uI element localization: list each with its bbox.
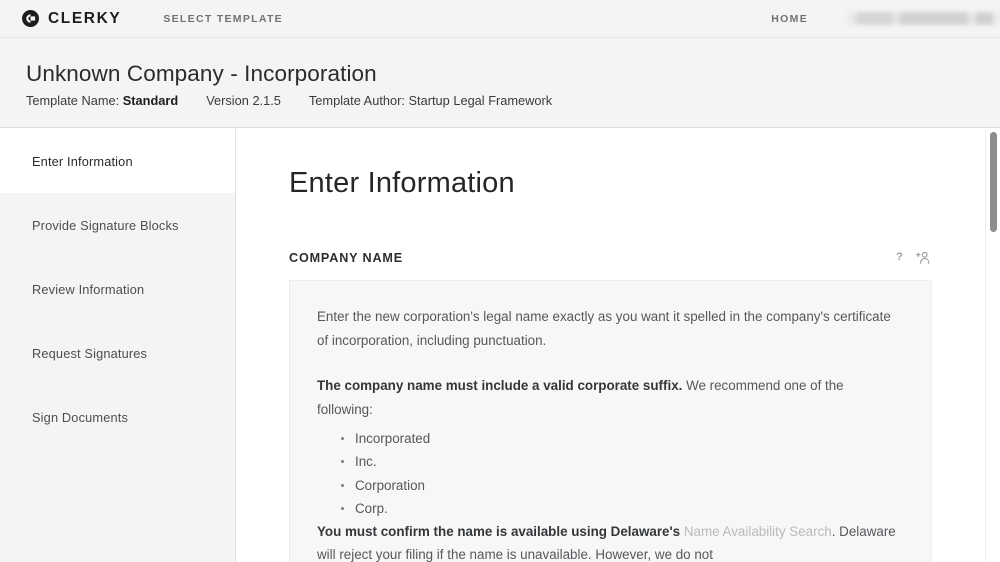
meta-template-author-value: Startup Legal Framework <box>408 93 553 108</box>
meta-template-author-label: Template Author: <box>308 93 405 108</box>
document-metadata: Template Name: Standard Version 2.1.5 Te… <box>26 93 1000 108</box>
sidebar-item-sign-documents[interactable]: Sign Documents <box>0 385 235 449</box>
clerky-c-logo-icon <box>22 10 39 27</box>
list-item: Incorporated <box>341 427 903 450</box>
brand-name-text: CLERKY <box>48 9 122 27</box>
page-title: Enter Information <box>289 167 515 199</box>
vertical-scrollbar-thumb[interactable] <box>990 132 997 232</box>
meta-template-author: Template Author: Startup Legal Framework <box>309 93 552 108</box>
clerky-app-window: CLERKY SELECT TEMPLATE HOME Unknown Comp… <box>0 0 1000 562</box>
sidebar-item-request-signatures[interactable]: Request Signatures <box>0 321 235 385</box>
document-title-band: Unknown Company - Incorporation Template… <box>0 38 1000 128</box>
company-name-section-header: COMPANY NAME ? <box>289 249 932 266</box>
meta-template-name-value: Standard <box>122 93 179 108</box>
list-item: Corp. <box>341 497 903 520</box>
corporate-suffix-list: Incorporated Inc. Corporation Corp. <box>317 427 903 519</box>
main-content-panel: Enter Information COMPANY NAME ? Enter t… <box>236 129 1000 562</box>
meta-template-name-label: Template Name: <box>26 93 120 108</box>
document-title: Unknown Company - Incorporation <box>26 61 377 86</box>
workflow-steps-sidebar: Enter Information Provide Signature Bloc… <box>0 129 236 562</box>
question-mark-help-icon[interactable]: ? <box>891 249 908 266</box>
clerky-brand-logo[interactable]: CLERKY <box>22 10 121 27</box>
workflow-body: Enter Information Provide Signature Bloc… <box>0 129 1000 562</box>
sidebar-item-enter-information[interactable]: Enter Information <box>0 129 235 193</box>
company-name-instructions-box: Enter the new corporation's legal name e… <box>289 280 932 562</box>
instruction-paragraph-2-bold: The company name must include a valid co… <box>317 377 683 393</box>
list-item: Corporation <box>341 474 903 497</box>
person-add-icon[interactable] <box>915 249 932 266</box>
nav-home[interactable]: HOME <box>771 13 808 25</box>
section-label-company-name: COMPANY NAME <box>289 250 403 265</box>
sidebar-item-review-information[interactable]: Review Information <box>0 257 235 321</box>
instruction-paragraph-3-bold: You must confirm the name is available u… <box>317 523 681 539</box>
meta-template-name: Template Name: Standard <box>26 93 178 108</box>
top-navigation-bar: CLERKY SELECT TEMPLATE HOME <box>0 0 1000 38</box>
instruction-paragraph-3: You must confirm the name is available u… <box>317 520 903 562</box>
name-availability-search-link[interactable]: Name Availability Search <box>684 524 832 539</box>
sidebar-item-provide-signature-blocks[interactable]: Provide Signature Blocks <box>0 193 235 257</box>
section-action-icons: ? <box>891 249 932 266</box>
list-item: Inc. <box>341 450 903 473</box>
vertical-scrollbar-track[interactable] <box>985 129 1000 562</box>
nav-select-template[interactable]: SELECT TEMPLATE <box>163 13 283 25</box>
account-name-redacted[interactable] <box>848 12 1000 25</box>
instruction-paragraph-2: The company name must include a valid co… <box>317 374 903 422</box>
instruction-paragraph-1: Enter the new corporation's legal name e… <box>317 309 891 348</box>
top-navigation-right-group: HOME <box>771 12 1000 25</box>
meta-version: Version 2.1.5 <box>206 93 281 108</box>
